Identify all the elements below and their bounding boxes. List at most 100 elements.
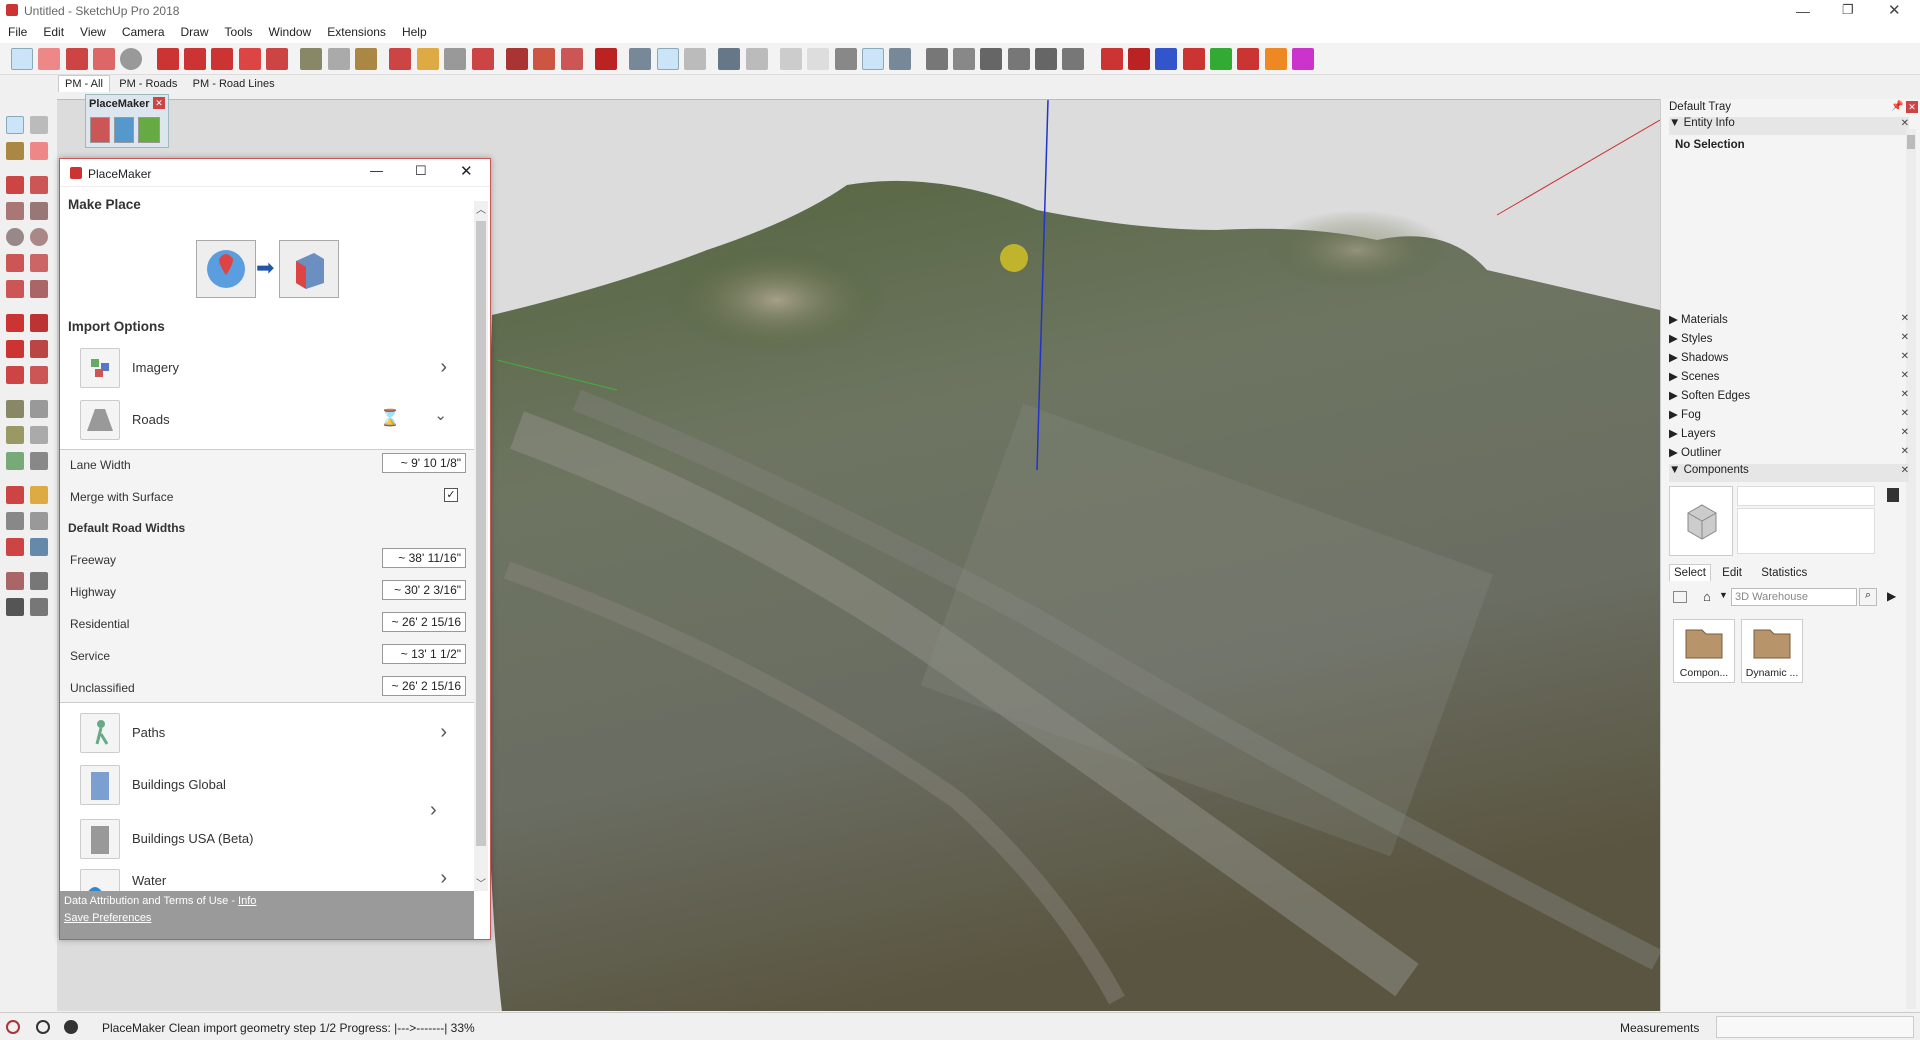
orbit-tool-icon[interactable]: [6, 486, 24, 504]
warehouse-search-input[interactable]: 3D Warehouse: [1731, 588, 1857, 606]
tape-icon[interactable]: [6, 400, 24, 418]
scroll-down-icon[interactable]: ﹀: [476, 875, 486, 890]
panel-close-icon[interactable]: ✕: [1901, 370, 1909, 381]
protractor-icon[interactable]: [6, 426, 24, 444]
offset-icon[interactable]: [266, 48, 289, 70]
menu-file[interactable]: File: [0, 22, 35, 39]
zoom-window-icon[interactable]: [30, 512, 48, 530]
push-pull-icon[interactable]: [156, 48, 179, 70]
menu-draw[interactable]: Draw: [173, 22, 217, 39]
walk-icon[interactable]: [6, 598, 24, 616]
panel-close-icon[interactable]: ✕: [1901, 427, 1909, 438]
roads-option[interactable]: Roads ⌛ ⌄: [80, 396, 475, 444]
eraser-tool-icon[interactable]: [30, 142, 48, 160]
user-icon[interactable]: [64, 1020, 78, 1034]
paint-icon[interactable]: [6, 142, 24, 160]
components-panel[interactable]: ▼ Components ✕: [1669, 464, 1909, 482]
panel-close-icon[interactable]: ✕: [1901, 446, 1909, 457]
shaded-icon[interactable]: [745, 48, 768, 70]
sandbox-d-icon[interactable]: [1182, 48, 1205, 70]
details-arrow-icon[interactable]: ▶: [1887, 589, 1896, 603]
panel-close-icon[interactable]: ✕: [1901, 389, 1909, 400]
follow-me-icon[interactable]: [30, 340, 48, 358]
text-tool-icon[interactable]: [30, 426, 48, 444]
dimension-icon[interactable]: [30, 400, 48, 418]
move-icon[interactable]: [184, 48, 207, 70]
menu-extensions[interactable]: Extensions: [319, 22, 394, 39]
freeway-input[interactable]: ~ 38' 11/16": [382, 548, 466, 568]
line-icon[interactable]: [6, 176, 24, 194]
component-name-field[interactable]: [1737, 486, 1875, 506]
scale-icon[interactable]: [238, 48, 261, 70]
menu-tools[interactable]: Tools: [217, 22, 261, 39]
rectangle-icon[interactable]: [6, 202, 24, 220]
home-icon[interactable]: ⌂: [1703, 589, 1711, 604]
wireframe-icon[interactable]: [683, 48, 706, 70]
top-view-icon[interactable]: [953, 48, 975, 70]
hidden-line-icon[interactable]: [718, 48, 741, 70]
dialog-maximize-icon[interactable]: ☐: [415, 163, 427, 179]
scroll-up-icon[interactable]: ︿: [476, 201, 486, 216]
lasso-icon[interactable]: [93, 48, 116, 70]
right-view-icon[interactable]: [1007, 48, 1030, 70]
back-view-icon[interactable]: [1035, 48, 1058, 70]
component-item[interactable]: Dynamic ...: [1741, 619, 1803, 683]
send-to-layout-icon[interactable]: [560, 48, 583, 70]
sandbox-a-icon[interactable]: [1100, 48, 1123, 70]
axes-icon[interactable]: [6, 452, 24, 470]
3d-text-icon[interactable]: [30, 452, 48, 470]
scale-tool-icon[interactable]: [6, 366, 24, 384]
eraser-icon[interactable]: [38, 48, 61, 70]
pan-tool-icon[interactable]: [30, 486, 48, 504]
pushpull-tool-icon[interactable]: [30, 314, 48, 332]
move-tool-icon[interactable]: [6, 314, 24, 332]
tab-statistics[interactable]: Statistics: [1753, 565, 1815, 581]
lane-width-input[interactable]: ~ 9' 10 1/8": [382, 453, 466, 473]
section-plane-icon[interactable]: [30, 598, 48, 616]
ruby-icon[interactable]: [594, 48, 617, 70]
xray-icon[interactable]: [629, 48, 652, 70]
component-item[interactable]: Compon...: [1673, 619, 1735, 683]
tray-close-icon[interactable]: ✕: [1906, 101, 1918, 113]
text-icon[interactable]: [327, 48, 350, 70]
scroll-thumb[interactable]: [476, 221, 486, 846]
circle-tool-icon[interactable]: [6, 228, 24, 246]
sandbox-b-icon[interactable]: [1128, 48, 1151, 70]
entity-info-header[interactable]: ▼ Entity Info ✕: [1669, 117, 1909, 135]
style-b-icon[interactable]: [861, 48, 884, 70]
panel-close-icon[interactable]: ✕: [1901, 408, 1909, 419]
arc3-icon[interactable]: [6, 280, 24, 298]
highway-input[interactable]: ~ 30' 2 3/16": [382, 580, 466, 600]
chevron-right-icon[interactable]: ›: [440, 721, 447, 744]
panel-close-icon[interactable]: ✕: [1901, 332, 1909, 343]
scene-tab-pm-all[interactable]: PM - All: [58, 75, 110, 92]
select-tool-icon[interactable]: [11, 48, 33, 70]
paths-option[interactable]: Paths ›: [80, 709, 475, 757]
circle-icon[interactable]: [120, 48, 143, 70]
placemaker-map-icon[interactable]: [138, 117, 160, 143]
tab-edit[interactable]: Edit: [1714, 565, 1750, 581]
style-a-icon[interactable]: [834, 48, 857, 70]
scene-tab-pm-road-lines[interactable]: PM - Road Lines: [187, 76, 281, 92]
dialog-close-icon[interactable]: ✕: [460, 162, 473, 180]
pie-icon[interactable]: [30, 280, 48, 298]
sandbox-g-icon[interactable]: [1264, 48, 1287, 70]
placemaker-location-icon[interactable]: [114, 117, 134, 143]
pencil-icon[interactable]: [65, 48, 88, 70]
create-material-icon[interactable]: [1887, 488, 1899, 502]
menu-edit[interactable]: Edit: [35, 22, 72, 39]
paint-bucket-icon[interactable]: [355, 48, 378, 70]
menu-window[interactable]: Window: [261, 22, 320, 39]
materials-panel[interactable]: ▶ Materials ✕: [1669, 312, 1909, 330]
panel-close-icon[interactable]: ✕: [1901, 351, 1909, 362]
panel-close-icon[interactable]: ✕: [1901, 465, 1909, 476]
fog-panel[interactable]: ▶ Fog ✕: [1669, 407, 1909, 425]
component-description-field[interactable]: [1737, 508, 1875, 554]
back-edges-icon[interactable]: [656, 48, 679, 70]
previous-view-icon[interactable]: [30, 538, 48, 556]
water-option[interactable]: Water ›: [80, 865, 475, 891]
zoom-tool-icon[interactable]: [6, 512, 24, 530]
rotate-icon[interactable]: [211, 48, 234, 70]
tab-select[interactable]: Select: [1669, 564, 1711, 581]
view-options-icon[interactable]: [1673, 591, 1687, 603]
